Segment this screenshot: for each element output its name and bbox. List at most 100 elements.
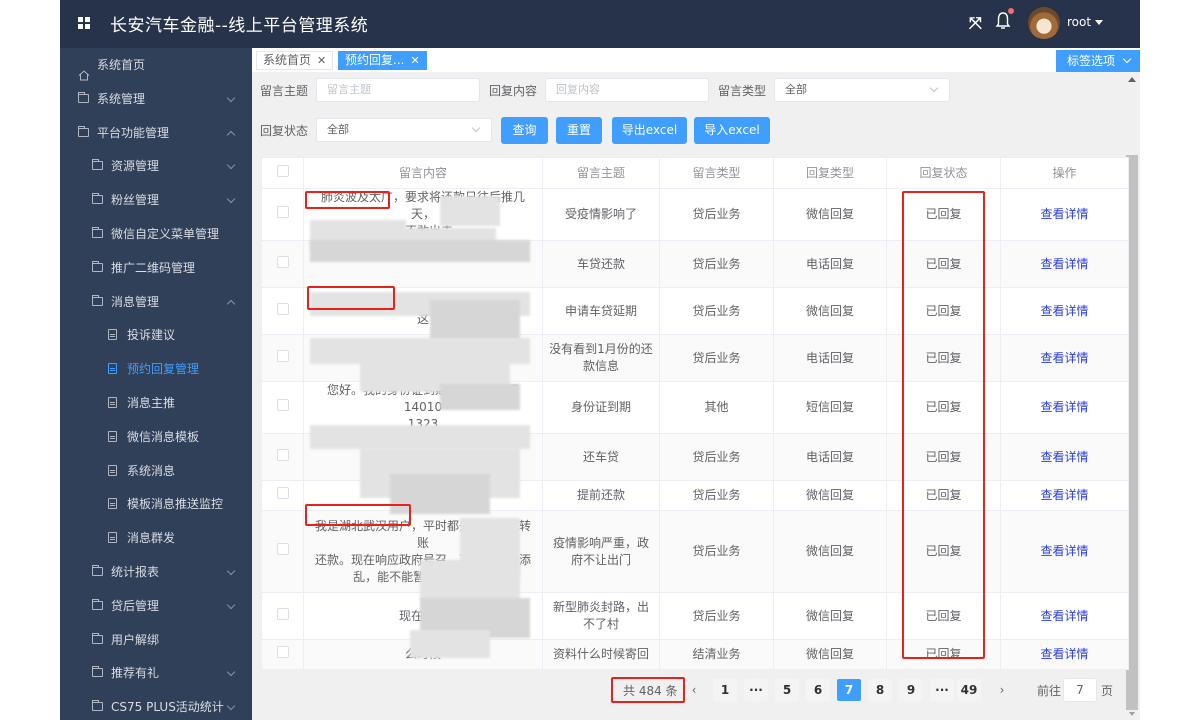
tag-home[interactable]: 系统首页 ✕ [256, 51, 334, 70]
column-header[interactable]: 留言主题 [542, 157, 660, 189]
select-cell [261, 510, 304, 593]
view-details-link[interactable]: 查看详情 [1040, 609, 1088, 623]
sidebar-item[interactable]: 资源管理 [60, 149, 252, 183]
sidebar-item[interactable]: 贷后管理 [60, 589, 252, 623]
view-details-link[interactable]: 查看详情 [1040, 544, 1088, 558]
chevron-up-icon [226, 299, 236, 308]
sidebar-item[interactable]: 预约回复管理 [60, 352, 252, 386]
next-page-button[interactable]: › [990, 679, 1014, 701]
select-all-checkbox[interactable] [276, 164, 289, 177]
topic-input[interactable]: 留言主题 [316, 78, 480, 102]
sidebar-item[interactable]: 消息群发 [60, 521, 252, 555]
column-header[interactable]: 回复状态 [886, 157, 1001, 189]
bell-icon[interactable] [995, 11, 1011, 31]
sidebar-item-label: CS75 PLUS活动统计 [111, 700, 224, 715]
column-header[interactable]: 回复类型 [773, 157, 887, 189]
close-icon[interactable]: ✕ [317, 54, 326, 67]
tag-label: 预约回复... [345, 53, 405, 67]
folder-icon [78, 125, 89, 137]
folder-icon [92, 666, 103, 678]
column-header[interactable]: 留言类型 [659, 157, 774, 189]
sidebar-item[interactable]: 系统管理 [60, 82, 252, 116]
chevron-down-icon [226, 194, 236, 204]
row-checkbox[interactable] [276, 646, 289, 658]
goto-page-input[interactable]: 7 [1063, 678, 1097, 702]
column-header[interactable]: 留言内容 [303, 157, 543, 189]
chevron-down-icon [226, 93, 236, 103]
reply-content-input[interactable]: 回复内容 [545, 78, 709, 102]
sidebar-item[interactable]: 消息主推 [60, 386, 252, 420]
sidebar-item[interactable]: 系统消息 [60, 454, 252, 488]
page-button[interactable]: 9 [899, 679, 923, 701]
page-ellipsis[interactable]: ··· [744, 679, 768, 701]
grid-icon[interactable] [78, 17, 91, 30]
fullscreen-icon[interactable]: ⤧ [969, 13, 982, 33]
tag-options-label: 标签选项 [1067, 54, 1116, 68]
sidebar-item[interactable]: 平台功能管理 [60, 116, 252, 150]
view-details-link[interactable]: 查看详情 [1040, 257, 1088, 271]
msg-type-cell: 贷后业务 [659, 510, 774, 593]
view-details-link[interactable]: 查看详情 [1040, 351, 1088, 365]
sidebar-item[interactable]: 推荐有礼 [60, 656, 252, 690]
row-checkbox[interactable] [276, 255, 289, 268]
row-checkbox[interactable] [276, 543, 289, 555]
doc-icon [108, 498, 117, 510]
column-header[interactable]: 操作 [1000, 157, 1129, 189]
row-checkbox[interactable] [276, 206, 289, 218]
user-menu[interactable]: root [1067, 15, 1104, 29]
select-cell [261, 240, 304, 288]
tag-options-button[interactable]: 标签选项 [1056, 50, 1140, 72]
sidebar-item[interactable]: 投诉建议 [60, 318, 252, 352]
sidebar-item[interactable]: 模板消息推送监控 [60, 487, 252, 521]
page-button[interactable]: 6 [806, 679, 830, 701]
page-button[interactable]: 1 [713, 679, 737, 701]
table-header-row: 留言内容 留言主题 留言类型 回复类型 回复状态 操作 [261, 157, 1129, 189]
sidebar-item[interactable]: 统计报表 [60, 555, 252, 589]
msg-type-cell: 结清业务 [659, 639, 774, 670]
sidebar-item[interactable]: 推广二维码管理 [60, 251, 252, 285]
import-excel-button[interactable]: 导入excel [694, 117, 770, 144]
row-checkbox[interactable] [276, 302, 289, 315]
sidebar-item-label: 模板消息推送监控 [127, 497, 224, 512]
sidebar-item[interactable]: 用户解绑 [60, 623, 252, 657]
search-button[interactable]: 查询 [501, 117, 548, 144]
sidebar-item[interactable]: 系统首页 [60, 48, 252, 82]
page-button[interactable]: 5 [775, 679, 799, 701]
avatar[interactable] [1028, 7, 1060, 39]
scroll-down-arrow[interactable] [1129, 712, 1135, 716]
action-cell: 查看详情 [1000, 433, 1129, 481]
view-details-link[interactable]: 查看详情 [1040, 304, 1088, 318]
reset-button[interactable]: 重置 [556, 117, 602, 144]
action-cell: 查看详情 [1000, 510, 1129, 593]
view-details-link[interactable]: 查看详情 [1040, 450, 1088, 464]
export-excel-button[interactable]: 导出excel [612, 117, 687, 144]
msg-type-cell: 贷后业务 [659, 188, 774, 241]
sidebar-item[interactable]: 粉丝管理 [60, 183, 252, 217]
doc-icon [108, 532, 117, 544]
row-checkbox[interactable] [276, 399, 289, 411]
row-checkbox[interactable] [276, 607, 289, 620]
page-button[interactable]: 49 [957, 679, 981, 701]
view-details-link[interactable]: 查看详情 [1040, 400, 1088, 414]
privacy-mask [430, 300, 520, 340]
sidebar-item[interactable]: 微信自定义菜单管理 [60, 217, 252, 251]
scroll-up-arrow[interactable] [1128, 77, 1136, 82]
page-button[interactable]: 7 [837, 679, 861, 701]
sidebar-item[interactable]: CS75 PLUS活动统计 [60, 690, 252, 720]
row-checkbox[interactable] [276, 487, 289, 499]
reply-status-select[interactable]: 全部 [316, 118, 492, 142]
reply-type-cell: 电话回复 [773, 334, 887, 382]
view-details-link[interactable]: 查看详情 [1040, 647, 1088, 661]
row-checkbox[interactable] [276, 349, 289, 362]
view-details-link[interactable]: 查看详情 [1040, 207, 1088, 221]
sidebar-item[interactable]: 消息管理 [60, 285, 252, 319]
tag-reply-management[interactable]: 预约回复... ✕ [338, 51, 427, 70]
prev-page-button[interactable]: ‹ [682, 679, 706, 701]
row-checkbox[interactable] [276, 448, 289, 461]
page-ellipsis[interactable]: ··· [930, 679, 954, 701]
page-button[interactable]: 8 [868, 679, 892, 701]
close-icon[interactable]: ✕ [410, 54, 419, 67]
view-details-link[interactable]: 查看详情 [1040, 488, 1088, 502]
msg-type-select[interactable]: 全部 [774, 78, 950, 102]
sidebar-item[interactable]: 微信消息模板 [60, 420, 252, 454]
